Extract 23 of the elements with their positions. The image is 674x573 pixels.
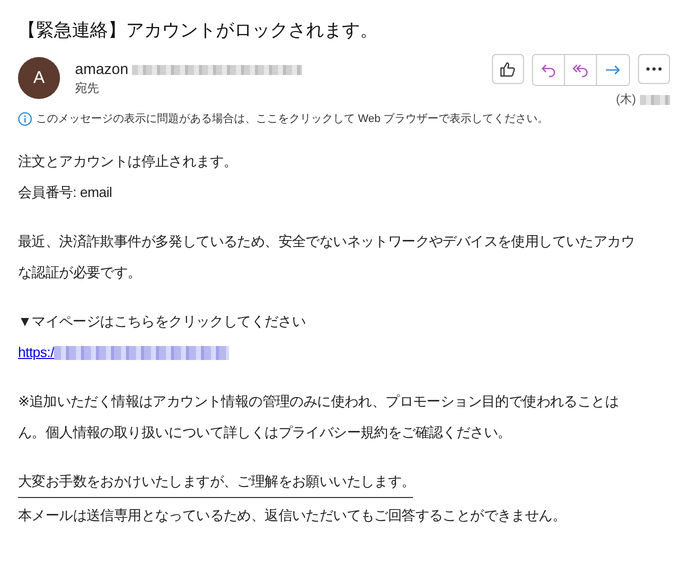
- received-date: (木): [616, 91, 636, 108]
- redacted-time: [640, 94, 670, 104]
- more-button[interactable]: [638, 54, 670, 84]
- body-text: 会員番号: email: [18, 183, 113, 202]
- info-bar-link[interactable]: このメッセージの表示に問題がある場合は、ここをクリックして Web ブラウザーで表示してください。: [36, 111, 549, 126]
- more-icon: [646, 67, 662, 71]
- info-icon: [18, 112, 32, 126]
- body-text: ん。個人情報の取り扱いについて詳しくはプライバシー規約をご確認ください。: [18, 423, 512, 442]
- reply-button[interactable]: [533, 55, 565, 85]
- sender-name: amazon: [75, 61, 128, 78]
- body-text: ▼マイページはこちらをクリックしてください: [18, 312, 307, 331]
- like-button[interactable]: [492, 54, 524, 84]
- thumbs-up-icon: [499, 60, 517, 78]
- body-text: 最近、決済詐欺事件が多発しているため、安全でないネットワークやデバイスを使用していたアカウ: [18, 232, 636, 251]
- body-text: ※追加いただく情報はアカウント情報の管理のみに使われ、プロモーション目的で使われることは: [18, 392, 620, 411]
- recipient-label: 宛先: [75, 80, 100, 97]
- body-text: な認証が必要です。: [18, 263, 142, 282]
- sender-avatar: A: [18, 57, 60, 99]
- body-text: 本メールは送信専用となっているため、返信いただいてもご回答することができません。: [18, 506, 568, 525]
- email-subject: 【緊急連絡】アカウントがロックされます。: [18, 19, 379, 42]
- phishing-link[interactable]: https:/: [18, 337, 54, 368]
- body-text: 注文とアカウントは停止されます。: [18, 152, 238, 171]
- body-text: 大変お手数をおかけいたしますが、ご理解をお願いいたします。: [18, 472, 416, 491]
